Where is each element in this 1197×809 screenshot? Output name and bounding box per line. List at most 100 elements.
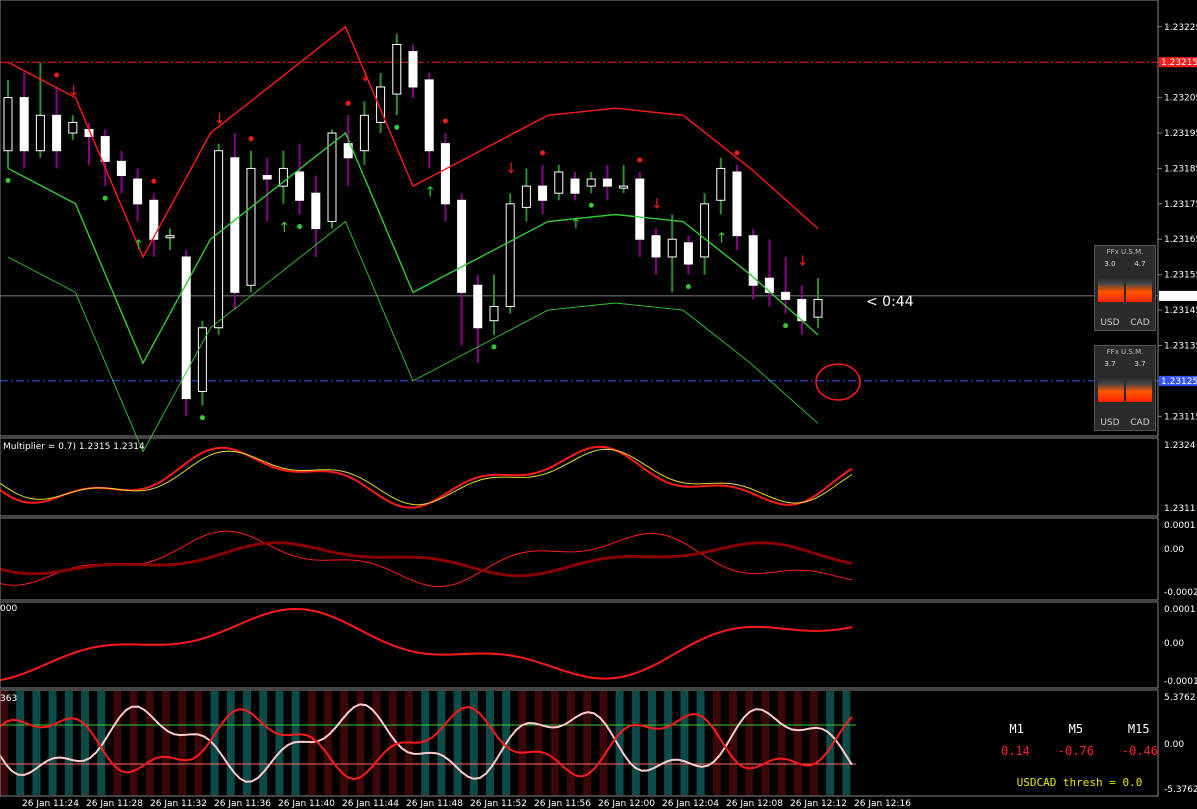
histogram-bar bbox=[372, 691, 381, 795]
price-tick-label: 1.23145 bbox=[1164, 306, 1197, 316]
sell-signal-dot bbox=[345, 100, 351, 106]
ffx-title: FFx U.S.M. bbox=[1106, 348, 1144, 356]
candle bbox=[19, 72, 29, 169]
candle bbox=[732, 164, 742, 250]
buy-signal-dot bbox=[588, 202, 594, 208]
indicator3-title: 000 bbox=[0, 604, 18, 614]
candle-body-down bbox=[424, 79, 434, 152]
buy-arrow-icon: ↑ bbox=[424, 184, 436, 200]
candle-body-up bbox=[3, 97, 13, 152]
ffx-bars bbox=[1098, 276, 1152, 302]
candle bbox=[133, 168, 143, 222]
buy-signal-dot bbox=[491, 344, 497, 350]
candle bbox=[635, 171, 645, 257]
indicator-axis-label: 0.00 bbox=[1164, 639, 1184, 649]
candle-body-up bbox=[716, 167, 726, 201]
mtf-header-m15: M15 bbox=[1127, 722, 1150, 736]
histogram-bar bbox=[453, 691, 462, 795]
candle-body-down bbox=[230, 157, 240, 293]
candle-timer: < 0:44 bbox=[866, 294, 914, 310]
ffx-currency-usd: USD bbox=[1100, 318, 1120, 328]
candle-body-down bbox=[19, 97, 29, 152]
histogram-bar bbox=[421, 691, 430, 795]
candle-body-down bbox=[473, 284, 483, 329]
histogram-bar bbox=[583, 691, 592, 795]
candle-body-down bbox=[732, 171, 742, 237]
candle bbox=[764, 239, 774, 307]
ffx-meter-usd-cad-2: FFx U.S.M. 3.7 3.7 USD CAD bbox=[1094, 345, 1156, 431]
candle bbox=[554, 164, 564, 201]
candle-body-down bbox=[570, 178, 580, 194]
histogram-bar bbox=[226, 691, 235, 795]
histogram-bar bbox=[48, 691, 57, 795]
red-level-label: 1.23215 bbox=[1161, 58, 1197, 68]
candle-body-up bbox=[392, 43, 402, 95]
indicator-axis-label: 0.00 bbox=[1164, 545, 1184, 555]
time-axis-label: 26 Jan 11:28 bbox=[86, 799, 143, 809]
annotation-circle bbox=[815, 363, 861, 401]
indicator-axis-label: 1.2311 bbox=[1164, 504, 1196, 514]
time-axis-label: 26 Jan 11:32 bbox=[150, 799, 207, 809]
candle-body-down bbox=[781, 291, 791, 300]
time-axis-label: 26 Jan 11:56 bbox=[534, 799, 591, 809]
sell-arrow-icon: ↓ bbox=[68, 83, 80, 99]
candle bbox=[619, 164, 629, 194]
histogram-bar bbox=[178, 691, 187, 795]
buy-signal-dot bbox=[5, 177, 11, 183]
candle bbox=[505, 193, 515, 314]
sell-arrow-icon: ↓ bbox=[505, 161, 517, 177]
histogram-bar bbox=[518, 691, 527, 795]
candle bbox=[538, 164, 548, 215]
histogram-bar bbox=[32, 691, 41, 795]
indicator2-main-line bbox=[0, 541, 853, 578]
ffx-currency-usd: USD bbox=[1100, 418, 1120, 428]
candle bbox=[797, 285, 807, 335]
trading-chart: ↓ ↑ ↓ ↑ ↓ ↑ ↓ ↑ ↓ ↑ ↓ 1.23225 1.23215 1.23205 1.23195… bbox=[0, 0, 1197, 809]
mtf-header-m1: M1 bbox=[1009, 722, 1024, 736]
histogram-bar bbox=[745, 691, 754, 795]
sell-signal-dot bbox=[151, 178, 157, 184]
histogram-bar bbox=[259, 691, 268, 795]
price-tick-label: 1.23155 bbox=[1164, 271, 1197, 281]
candle bbox=[570, 171, 580, 201]
histogram-bar bbox=[162, 691, 170, 795]
candle bbox=[586, 171, 596, 194]
price-tick-label: 1.23205 bbox=[1164, 94, 1197, 104]
buy-arrow-icon: ↑ bbox=[570, 216, 582, 232]
indicator-pane-4 bbox=[0, 691, 856, 795]
sell-signal-dot bbox=[442, 118, 448, 124]
candle-body-down bbox=[295, 171, 305, 201]
candle bbox=[408, 44, 418, 98]
candle bbox=[489, 274, 499, 335]
candle bbox=[165, 228, 175, 250]
candle-body-down bbox=[764, 277, 774, 293]
candle bbox=[359, 101, 369, 165]
histogram-bar bbox=[793, 691, 802, 795]
histogram-bar bbox=[340, 691, 349, 795]
histogram-bar bbox=[550, 691, 559, 795]
sell-signal-dot bbox=[637, 157, 643, 163]
candle bbox=[813, 278, 823, 328]
candle-body-down bbox=[408, 51, 418, 88]
indicator-pane-1 bbox=[0, 445, 853, 509]
ffx-bars bbox=[1098, 376, 1152, 402]
candle bbox=[3, 79, 13, 169]
time-axis-label: 26 Jan 12:12 bbox=[790, 799, 847, 809]
histogram-bar bbox=[16, 691, 25, 795]
time-axis-label: 26 Jan 12:00 bbox=[598, 799, 655, 809]
ffx-value-cad: 4.7 bbox=[1134, 260, 1146, 268]
candle bbox=[457, 193, 467, 346]
candle bbox=[278, 150, 288, 204]
indicator-axis-label: 1.2324 bbox=[1164, 441, 1196, 451]
candle-body-up bbox=[505, 203, 515, 308]
buy-arrow-icon: ↑ bbox=[716, 230, 728, 246]
time-axis-label: 26 Jan 11:36 bbox=[214, 799, 271, 809]
histogram-bar bbox=[194, 691, 203, 795]
histogram-bar bbox=[599, 691, 608, 795]
candle-body-up bbox=[489, 306, 499, 322]
candle-body-up bbox=[359, 114, 369, 152]
candle-body-up bbox=[813, 298, 823, 318]
pane-border bbox=[0, 437, 1159, 517]
price-tick-label: 1.23115 bbox=[1164, 412, 1197, 422]
indicator3-line bbox=[0, 607, 853, 682]
